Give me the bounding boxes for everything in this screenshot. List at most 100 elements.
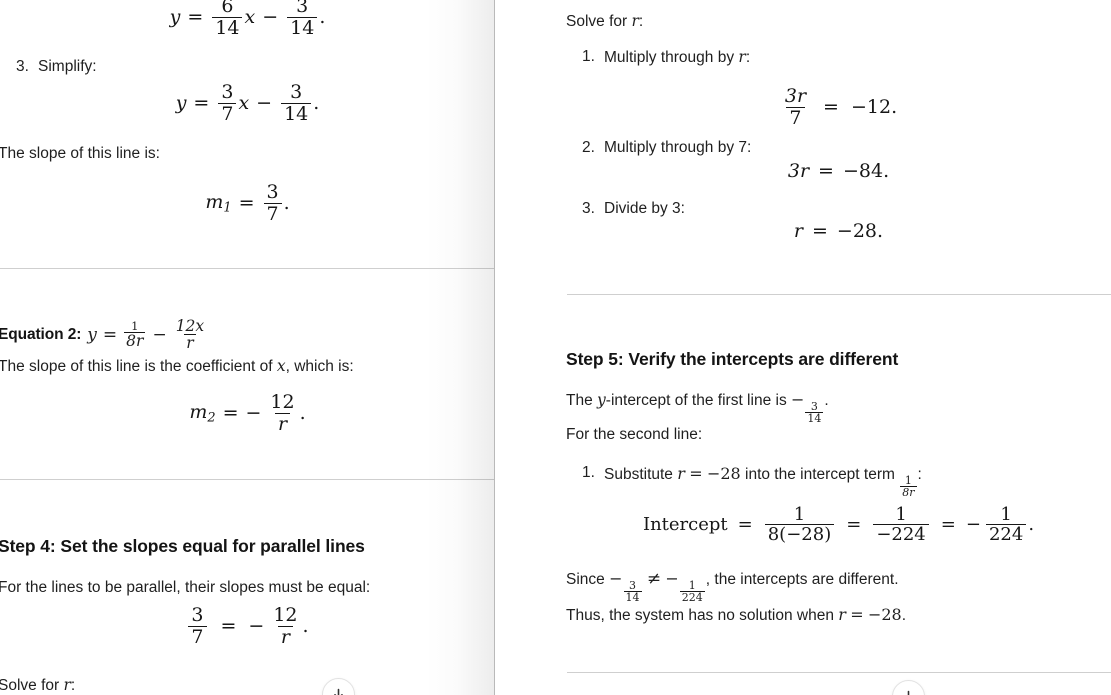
fraction-numerator: 3 [221, 81, 234, 103]
math-equals: = [823, 96, 839, 119]
list-marker: 1. [582, 48, 595, 65]
math-value: −28 [867, 605, 902, 624]
fraction-3-7: 3 7 [218, 81, 237, 125]
list-item-label: Substitute r = −28 into the intercept te… [604, 464, 922, 498]
fraction-1-8r: 1 8r [124, 319, 146, 349]
math-minus: − [256, 92, 273, 115]
math-variable-x: x [276, 357, 286, 375]
math-equals: = [193, 92, 210, 115]
math-lhs: m2 [189, 401, 215, 426]
fraction-3-14: 3 14 [623, 578, 642, 604]
math-rhs: −12 [850, 96, 892, 119]
math-equals: = [812, 220, 828, 242]
list-item: 1. Multiply through by r: [566, 46, 966, 69]
text-fragment: , the intercepts are different. [705, 571, 899, 588]
math-period: . [283, 192, 290, 215]
ordered-list: 1. Substitute r = −28 into the intercept… [566, 462, 1111, 499]
fraction-1-8r: 1 8r [900, 475, 917, 500]
fraction-denominator: 7 [188, 625, 207, 648]
equation-slopes-equal: 3 7 = − 12 r . [0, 605, 495, 647]
fraction-numerator: 3 [629, 578, 636, 592]
list-marker: 1. [582, 464, 595, 481]
section-divider [567, 672, 1111, 673]
scroll-to-bottom-button[interactable] [892, 680, 925, 695]
fraction-1-224: 1 224 [985, 504, 1027, 545]
math-negative-sign: − [245, 402, 262, 425]
fraction-denominator: 7 [263, 202, 282, 225]
math-equals: = [222, 402, 239, 425]
text-fragment: Solve for [566, 13, 632, 30]
scroll-to-bottom-button[interactable] [322, 678, 355, 695]
math-lhs: y [175, 92, 187, 115]
math-variable-y: y [597, 391, 606, 409]
math-equals: = [238, 192, 255, 215]
math-period: . [1028, 514, 1035, 536]
math-symbol-m: m [205, 190, 224, 213]
fraction-denominator: 7 [218, 102, 237, 125]
math-negative-sign: − [248, 615, 265, 638]
math-rhs: −28 [836, 220, 878, 242]
fraction-numerator: 3r [784, 85, 807, 107]
math-period: . [319, 6, 326, 29]
fraction-numerator: 1 [895, 504, 907, 525]
math-lhs: y [169, 6, 181, 29]
math-lhs: 3r [787, 160, 810, 182]
fraction-3-14: 3 14 [281, 82, 312, 125]
solve-step-1: 1. Multiply through by r: [566, 46, 966, 69]
text-fragment: Solve for [0, 677, 64, 694]
text-fragment: : [70, 677, 76, 694]
fraction-12-r: 12 r [267, 392, 297, 434]
conclusion-text: Thus, the system has no solution when r … [566, 603, 1111, 627]
fraction-denominator: 7 [786, 106, 805, 129]
fraction-denominator: 8(−28) [764, 524, 835, 545]
fraction-denominator: 224 [985, 524, 1027, 545]
equation-y-6-14: y = 6 14 x − 3 14 . [0, 0, 495, 38]
section-divider [0, 479, 495, 480]
list-item: 2. Multiply through by 7: [566, 137, 966, 159]
fraction-numerator: 12x [175, 317, 205, 335]
text-fragment: Since [566, 571, 610, 588]
fraction-numerator: 3 [191, 604, 204, 626]
math-subscript: 1 [223, 200, 232, 216]
list-item-label: Simplify: [38, 58, 97, 75]
equation-y-3-7: y = 3 7 x − 3 14 . [0, 82, 495, 124]
text-fragment: , which is: [285, 358, 354, 375]
math-equals: = [689, 464, 703, 483]
fraction-numerator: 1 [131, 319, 139, 334]
list-item-label: Divide by 3: [604, 200, 685, 217]
fraction-denominator: 14 [281, 102, 312, 125]
fraction-numerator: 1 [1000, 504, 1012, 525]
text-fragment: The [566, 392, 598, 409]
math-label-intercept: Intercept [642, 514, 728, 536]
ordered-list: 2. Multiply through by 7: [566, 137, 966, 159]
math-equals: = [737, 514, 753, 536]
fraction-numerator: 3 [266, 181, 279, 203]
fraction-1-8-neg28: 1 8(−28) [764, 504, 835, 545]
fraction-1-neg224: 1 −224 [873, 504, 929, 545]
equation-m1: m1 = 3 7 . [0, 182, 495, 224]
text-fragment: The slope of this line is the coefficien… [0, 358, 277, 375]
solve-step-3: 3. Divide by 3: [566, 198, 966, 220]
list-marker: 2. [582, 139, 595, 156]
section-divider [567, 294, 1111, 295]
fraction-numerator: 1 [793, 504, 806, 525]
fraction-denominator: 8r [900, 486, 917, 500]
fraction-3r-7: 3r 7 [782, 86, 809, 128]
math-period: . [883, 160, 890, 182]
list-item-label: Multiply through by r: [604, 48, 750, 66]
equation-2-label: Equation 2: [0, 325, 82, 343]
list-item: 3. Divide by 3: [566, 198, 966, 220]
math-equals: = [220, 615, 237, 638]
ordered-list: 3. Simplify: [0, 56, 300, 78]
list-item-simplify: 3. Simplify: [0, 56, 300, 78]
second-line-intro-text: For the second line: [566, 426, 703, 443]
fraction-numerator: 12 [273, 604, 298, 626]
fraction-denominator: 224 [679, 591, 705, 605]
fraction-numerator: 3 [810, 399, 818, 413]
right-content-pane[interactable]: Solve for r: 1. Multiply through by r: 3… [496, 0, 1111, 695]
step-4-heading: Step 4: Set the slopes equal for paralle… [0, 536, 365, 556]
left-content-pane[interactable]: y = 6 14 x − 3 14 . 3. Simplify: y = 3 7… [0, 0, 495, 695]
math-variable-r: r [631, 12, 639, 30]
math-lhs: m1 [205, 191, 231, 216]
fraction-12-r: 12 r [270, 605, 300, 647]
